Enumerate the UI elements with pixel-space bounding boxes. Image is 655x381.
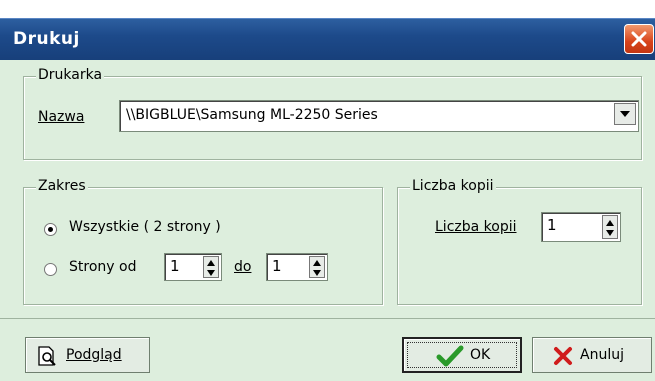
button-bar-divider (0, 318, 655, 319)
page-to-stepper[interactable]: 1 (266, 253, 328, 281)
printer-group: Drukarka Nazwa \\BIGBLUE\Samsung ML-2250… (23, 67, 642, 160)
preview-button-label: Podgląd (66, 347, 122, 363)
copies-label-text: Liczba kopii (435, 219, 517, 235)
printer-select[interactable]: \\BIGBLUE\Samsung ML-2250 Series (119, 100, 639, 132)
printer-select-dropdown[interactable] (614, 103, 636, 125)
cross-icon (554, 347, 572, 365)
printer-group-legend: Drukarka (36, 67, 105, 83)
radio-all-pages-label[interactable]: Wszystkie ( 2 strony ) (69, 219, 221, 235)
page-to-value: 1 (272, 257, 282, 275)
preview-button[interactable]: Podgląd (25, 337, 150, 373)
checkmark-icon (436, 345, 464, 367)
page-to-label-text: do (234, 259, 252, 275)
page-from-value: 1 (170, 257, 180, 275)
spin-arrows-icon (207, 260, 215, 276)
copies-arrows[interactable] (602, 215, 618, 239)
spin-arrows-icon (606, 220, 614, 236)
window-title: Drukuj (13, 29, 80, 49)
radio-page-range[interactable] (44, 263, 57, 276)
cancel-button[interactable]: Anuluj (532, 337, 652, 373)
copies-value: 1 (547, 216, 557, 234)
ok-button-label: OK (470, 347, 491, 363)
close-icon (631, 31, 647, 47)
preview-icon (38, 346, 56, 366)
printer-select-value: \\BIGBLUE\Samsung ML-2250 Series (126, 107, 378, 123)
radio-selected-dot (48, 227, 53, 232)
copies-group-legend: Liczba kopii (410, 178, 496, 194)
page-to-arrows[interactable] (309, 256, 325, 278)
printer-name-label: Nazwa (38, 109, 84, 125)
print-dialog: Drukuj Drukarka Nazwa \\BIGBLUE\Samsung … (0, 0, 655, 381)
page-from-arrows[interactable] (203, 256, 219, 278)
page-from-stepper[interactable]: 1 (164, 253, 222, 281)
range-group-legend: Zakres (36, 178, 88, 194)
chevron-down-icon (620, 111, 630, 117)
spin-arrows-icon (313, 260, 321, 276)
range-group: Zakres Wszystkie ( 2 strony ) Strony od … (23, 178, 383, 305)
printer-name-label-text: Nazwa (38, 109, 85, 125)
copies-stepper[interactable]: 1 (541, 212, 621, 242)
copies-group: Liczba kopii Liczba kopii 1 (397, 178, 642, 305)
cancel-button-label: Anuluj (580, 347, 624, 363)
radio-page-range-label[interactable]: Strony od (69, 259, 136, 275)
copies-label: Liczba kopii (435, 219, 517, 235)
ok-button[interactable]: OK (402, 337, 522, 373)
close-button[interactable] (624, 24, 654, 54)
radio-all-pages[interactable] (44, 223, 57, 236)
page-to-label: do (234, 259, 251, 275)
dialog-body: Drukarka Nazwa \\BIGBLUE\Samsung ML-2250… (0, 60, 655, 381)
title-bar: Drukuj (0, 18, 655, 61)
